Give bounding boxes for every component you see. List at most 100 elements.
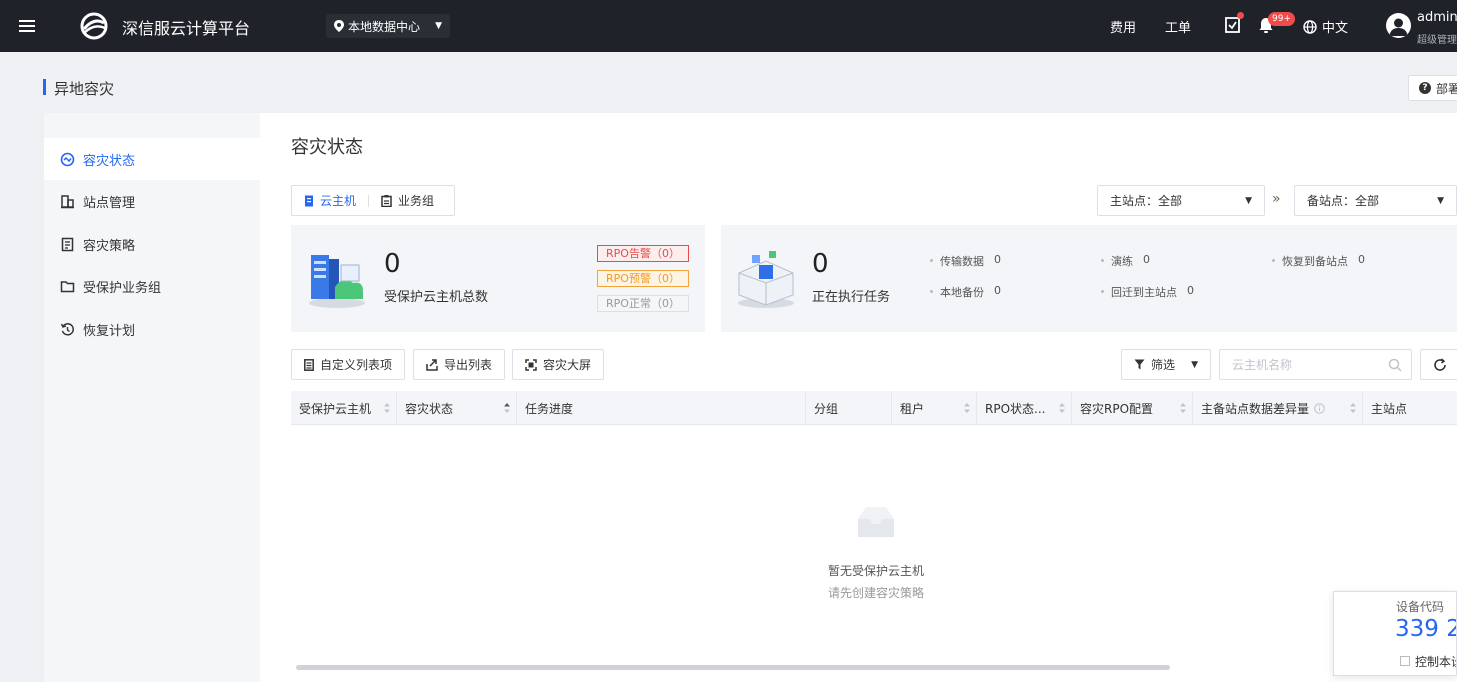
user-icon [1389, 18, 1408, 36]
running-task-card: 0 正在执行任务 传输数据 0 演练 0 恢复到备站点 0 本地备份 0 回迁到… [721, 225, 1457, 332]
server-illustration-icon [309, 255, 365, 308]
primary-site-label: 主站点：全部 [1110, 194, 1183, 208]
column-header-protected-vm[interactable]: 受保护云主机 [291, 391, 397, 425]
stat-label: 本地备份 [940, 286, 984, 299]
folder-icon [59, 278, 75, 294]
column-label: RPO状态... [985, 401, 1046, 416]
column-label: 租户 [900, 401, 925, 416]
user-name[interactable]: admin [1417, 10, 1457, 25]
export-list-button[interactable]: 导出列表 [413, 349, 506, 380]
sort-icon[interactable] [504, 403, 510, 413]
dr-screen-button[interactable]: 容灾大屏 [512, 349, 605, 380]
column-label: 容灾RPO配置 [1080, 401, 1154, 416]
deploy-help-button[interactable]: ? 部署 [1408, 75, 1457, 101]
question-icon: ? [1419, 82, 1431, 94]
search-icon[interactable] [1388, 358, 1402, 372]
sidebar-item-dr-status[interactable]: 容灾状态 [44, 138, 260, 180]
sort-icon[interactable] [1350, 403, 1356, 413]
refresh-icon [1434, 357, 1446, 371]
sidebar-item-dr-policy[interactable]: 容灾策略 [44, 223, 260, 265]
backup-site-label: 备站点：全部 [1307, 194, 1380, 208]
column-header-dr-rpo-config[interactable]: 容灾RPO配置 [1072, 391, 1193, 425]
stat-label: 恢复到备站点 [1282, 255, 1348, 268]
column-header-data-diff[interactable]: 主备站点数据差异量 [1193, 391, 1363, 425]
sidebar-item-label: 受保护业务组 [83, 280, 162, 296]
primary-site-select[interactable]: 主站点：全部 ▼ [1097, 185, 1265, 216]
sidebar-item-label: 容灾状态 [83, 153, 136, 169]
column-label: 分组 [814, 401, 839, 416]
sidebar-item-protected-groups[interactable]: 受保护业务组 [44, 265, 260, 307]
datacenter-select[interactable]: 本地数据中心 ▼ [326, 14, 450, 38]
sidebar: 容灾状态 站点管理 容灾策略 受保护业务组 恢复计划 [44, 113, 260, 682]
menu-toggle-button[interactable] [0, 0, 54, 52]
control-device-label: 控制本设 [1415, 655, 1456, 669]
sidebar-item-site-management[interactable]: 站点管理 [44, 180, 260, 222]
sort-icon[interactable] [1180, 403, 1186, 413]
page-title: 异地容灾 [54, 80, 115, 98]
stat-value: 0 [994, 253, 1001, 266]
notification-badge: 99+ [1268, 12, 1295, 26]
avatar[interactable] [1386, 13, 1411, 38]
table-header: 受保护云主机 容灾状态 任务进度 分组 租户 RPO状态... 容灾RPO配置 … [291, 391, 1457, 425]
tab-business-group[interactable]: 业务组 [369, 186, 446, 215]
info-icon[interactable] [1314, 402, 1325, 414]
task-badge-dot [1237, 12, 1244, 19]
column-header-rpo-status[interactable]: RPO状态... [977, 391, 1072, 425]
page-title-accent [43, 79, 46, 95]
stat-migrate-back: 回迁到主站点 0 [1101, 284, 1194, 300]
server-icon [305, 195, 313, 206]
device-code-panel: 设备代码 339 28 控制本设 [1333, 591, 1457, 676]
column-header-group[interactable]: 分组 [806, 391, 892, 425]
empty-box-icon [858, 507, 894, 537]
chevron-down-icon: ▼ [1191, 359, 1198, 370]
language-switch[interactable]: 中文 [1303, 17, 1348, 36]
sort-icon[interactable] [384, 403, 390, 413]
refresh-button[interactable] [1420, 349, 1457, 380]
device-code-value: 339 28 [1395, 616, 1456, 642]
vm-search-input[interactable] [1219, 349, 1412, 380]
protected-vm-card: 0 受保护云主机总数 RPO告警（0） RPO预警（0） RPO正常（0） [291, 225, 705, 332]
column-label: 主站点 [1371, 401, 1408, 416]
top-bar: 深信服云计算平台 本地数据中心 ▼ 费用 工单 99+ 中文 admin 超级管… [0, 0, 1457, 52]
rpo-alarm-badge[interactable]: RPO告警（0） [597, 245, 689, 262]
column-label: 容灾状态 [405, 401, 454, 416]
cost-link[interactable]: 费用 [1110, 17, 1136, 36]
ticket-link[interactable]: 工单 [1165, 17, 1191, 36]
column-label: 受保护云主机 [299, 401, 372, 416]
user-role: 超级管理 [1417, 35, 1457, 46]
horizontal-scrollbar[interactable] [296, 665, 1170, 670]
hamburger-icon [19, 25, 35, 27]
stat-value: 0 [1358, 253, 1365, 266]
rpo-normal-badge[interactable]: RPO正常（0） [597, 295, 689, 312]
sort-icon[interactable] [964, 403, 970, 413]
tab-business-group-label: 业务组 [398, 194, 435, 208]
custom-columns-button[interactable]: 自定义列表项 [291, 349, 406, 380]
filter-button[interactable]: 筛选 ▼ [1121, 349, 1211, 380]
globe-icon [1303, 19, 1317, 34]
tab-vm[interactable]: 云主机 [292, 186, 368, 215]
running-task-count: 0 [812, 249, 829, 279]
column-header-dr-status[interactable]: 容灾状态 [397, 391, 517, 425]
stat-local-backup: 本地备份 0 [930, 284, 1001, 300]
stat-label: 回迁到主站点 [1111, 286, 1177, 299]
stat-label: 演练 [1111, 255, 1133, 268]
column-header-task-progress[interactable]: 任务进度 [517, 391, 806, 425]
sidebar-item-label: 恢复计划 [83, 323, 136, 339]
device-code-label: 设备代码 [1396, 600, 1445, 614]
backup-site-select[interactable]: 备站点：全部 ▼ [1294, 185, 1457, 216]
column-label: 主备站点数据差异量 [1201, 401, 1310, 416]
stat-value: 0 [1187, 284, 1194, 297]
stat-value: 0 [994, 284, 1001, 297]
column-header-tenant[interactable]: 租户 [892, 391, 977, 425]
rpo-warning-badge[interactable]: RPO预警（0） [597, 270, 689, 287]
dr-status-icon [59, 151, 75, 167]
protected-vm-label: 受保护云主机总数 [384, 290, 489, 305]
column-header-primary-site[interactable]: 主站点 [1363, 391, 1457, 425]
dr-screen-label: 容灾大屏 [543, 358, 592, 372]
control-device-checkbox[interactable] [1400, 656, 1410, 666]
view-segment: 云主机 业务组 [291, 185, 455, 216]
stat-drill: 演练 0 [1101, 253, 1150, 269]
sidebar-item-recovery-plan[interactable]: 恢复计划 [44, 308, 260, 350]
sort-icon[interactable] [1059, 403, 1065, 413]
column-label: 任务进度 [525, 401, 574, 416]
